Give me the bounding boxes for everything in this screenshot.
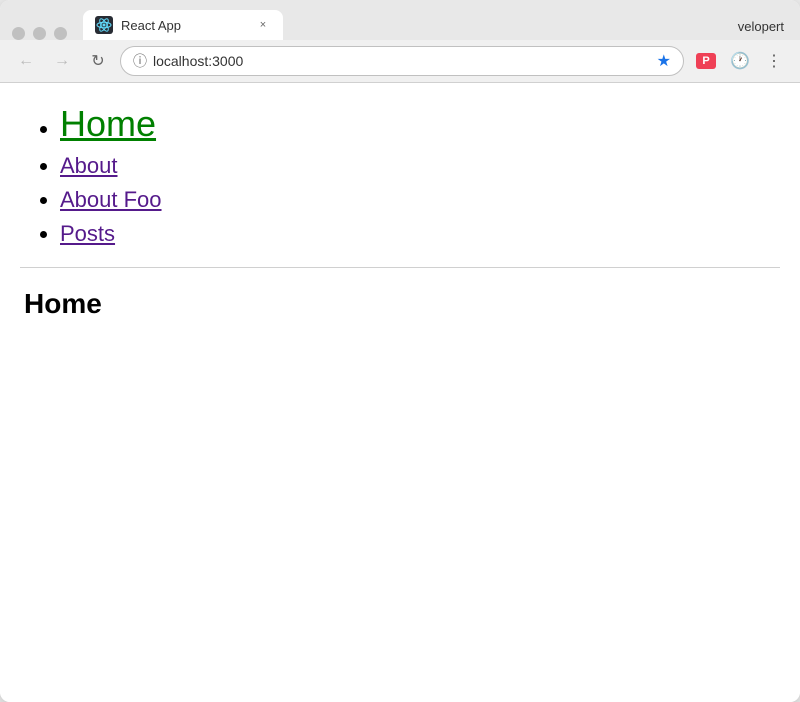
menu-button[interactable]: ⋮	[760, 47, 788, 75]
traffic-light-close[interactable]	[12, 27, 25, 40]
nav-list: Home About About Foo Posts	[20, 103, 780, 247]
browser-window: React App × velopert ← → ↻ ⓘ ★ 🕐	[0, 0, 800, 702]
bookmark-icon[interactable]: ★	[657, 51, 671, 71]
tab-title: React App	[121, 18, 247, 33]
info-icon: ⓘ	[133, 51, 147, 71]
history-button[interactable]: 🕐	[726, 47, 754, 75]
traffic-light-minimize[interactable]	[33, 27, 46, 40]
clock-icon: 🕐	[730, 51, 750, 71]
forward-button[interactable]: →	[48, 47, 76, 75]
content-divider	[20, 267, 780, 268]
back-button[interactable]: ←	[12, 47, 40, 75]
nav-link-posts[interactable]: Posts	[60, 221, 115, 246]
profile-name: velopert	[738, 19, 788, 40]
address-bar[interactable]: ⓘ ★	[120, 46, 684, 76]
list-item: About	[60, 153, 780, 179]
list-item: Posts	[60, 221, 780, 247]
nav-link-home[interactable]: Home	[60, 103, 156, 144]
nav-link-about[interactable]: About	[60, 153, 118, 178]
traffic-lights	[12, 27, 67, 40]
url-input[interactable]	[153, 53, 651, 69]
list-item: Home	[60, 103, 780, 145]
title-bar: React App × velopert	[0, 0, 800, 40]
traffic-light-maximize[interactable]	[54, 27, 67, 40]
ellipsis-icon: ⋮	[766, 51, 782, 71]
toolbar-right: 🕐 ⋮	[692, 47, 788, 75]
tab-close-button[interactable]: ×	[255, 17, 271, 33]
reload-button[interactable]: ↻	[84, 47, 112, 75]
browser-tab[interactable]: React App ×	[83, 10, 283, 40]
page-heading: Home	[20, 288, 780, 320]
pocket-icon	[696, 53, 716, 69]
react-favicon-icon	[95, 16, 113, 34]
list-item: About Foo	[60, 187, 780, 213]
pocket-button[interactable]	[692, 47, 720, 75]
toolbar: ← → ↻ ⓘ ★ 🕐 ⋮	[0, 40, 800, 83]
page-content: Home About About Foo Posts Home	[0, 83, 800, 702]
nav-link-about-foo[interactable]: About Foo	[60, 187, 162, 212]
